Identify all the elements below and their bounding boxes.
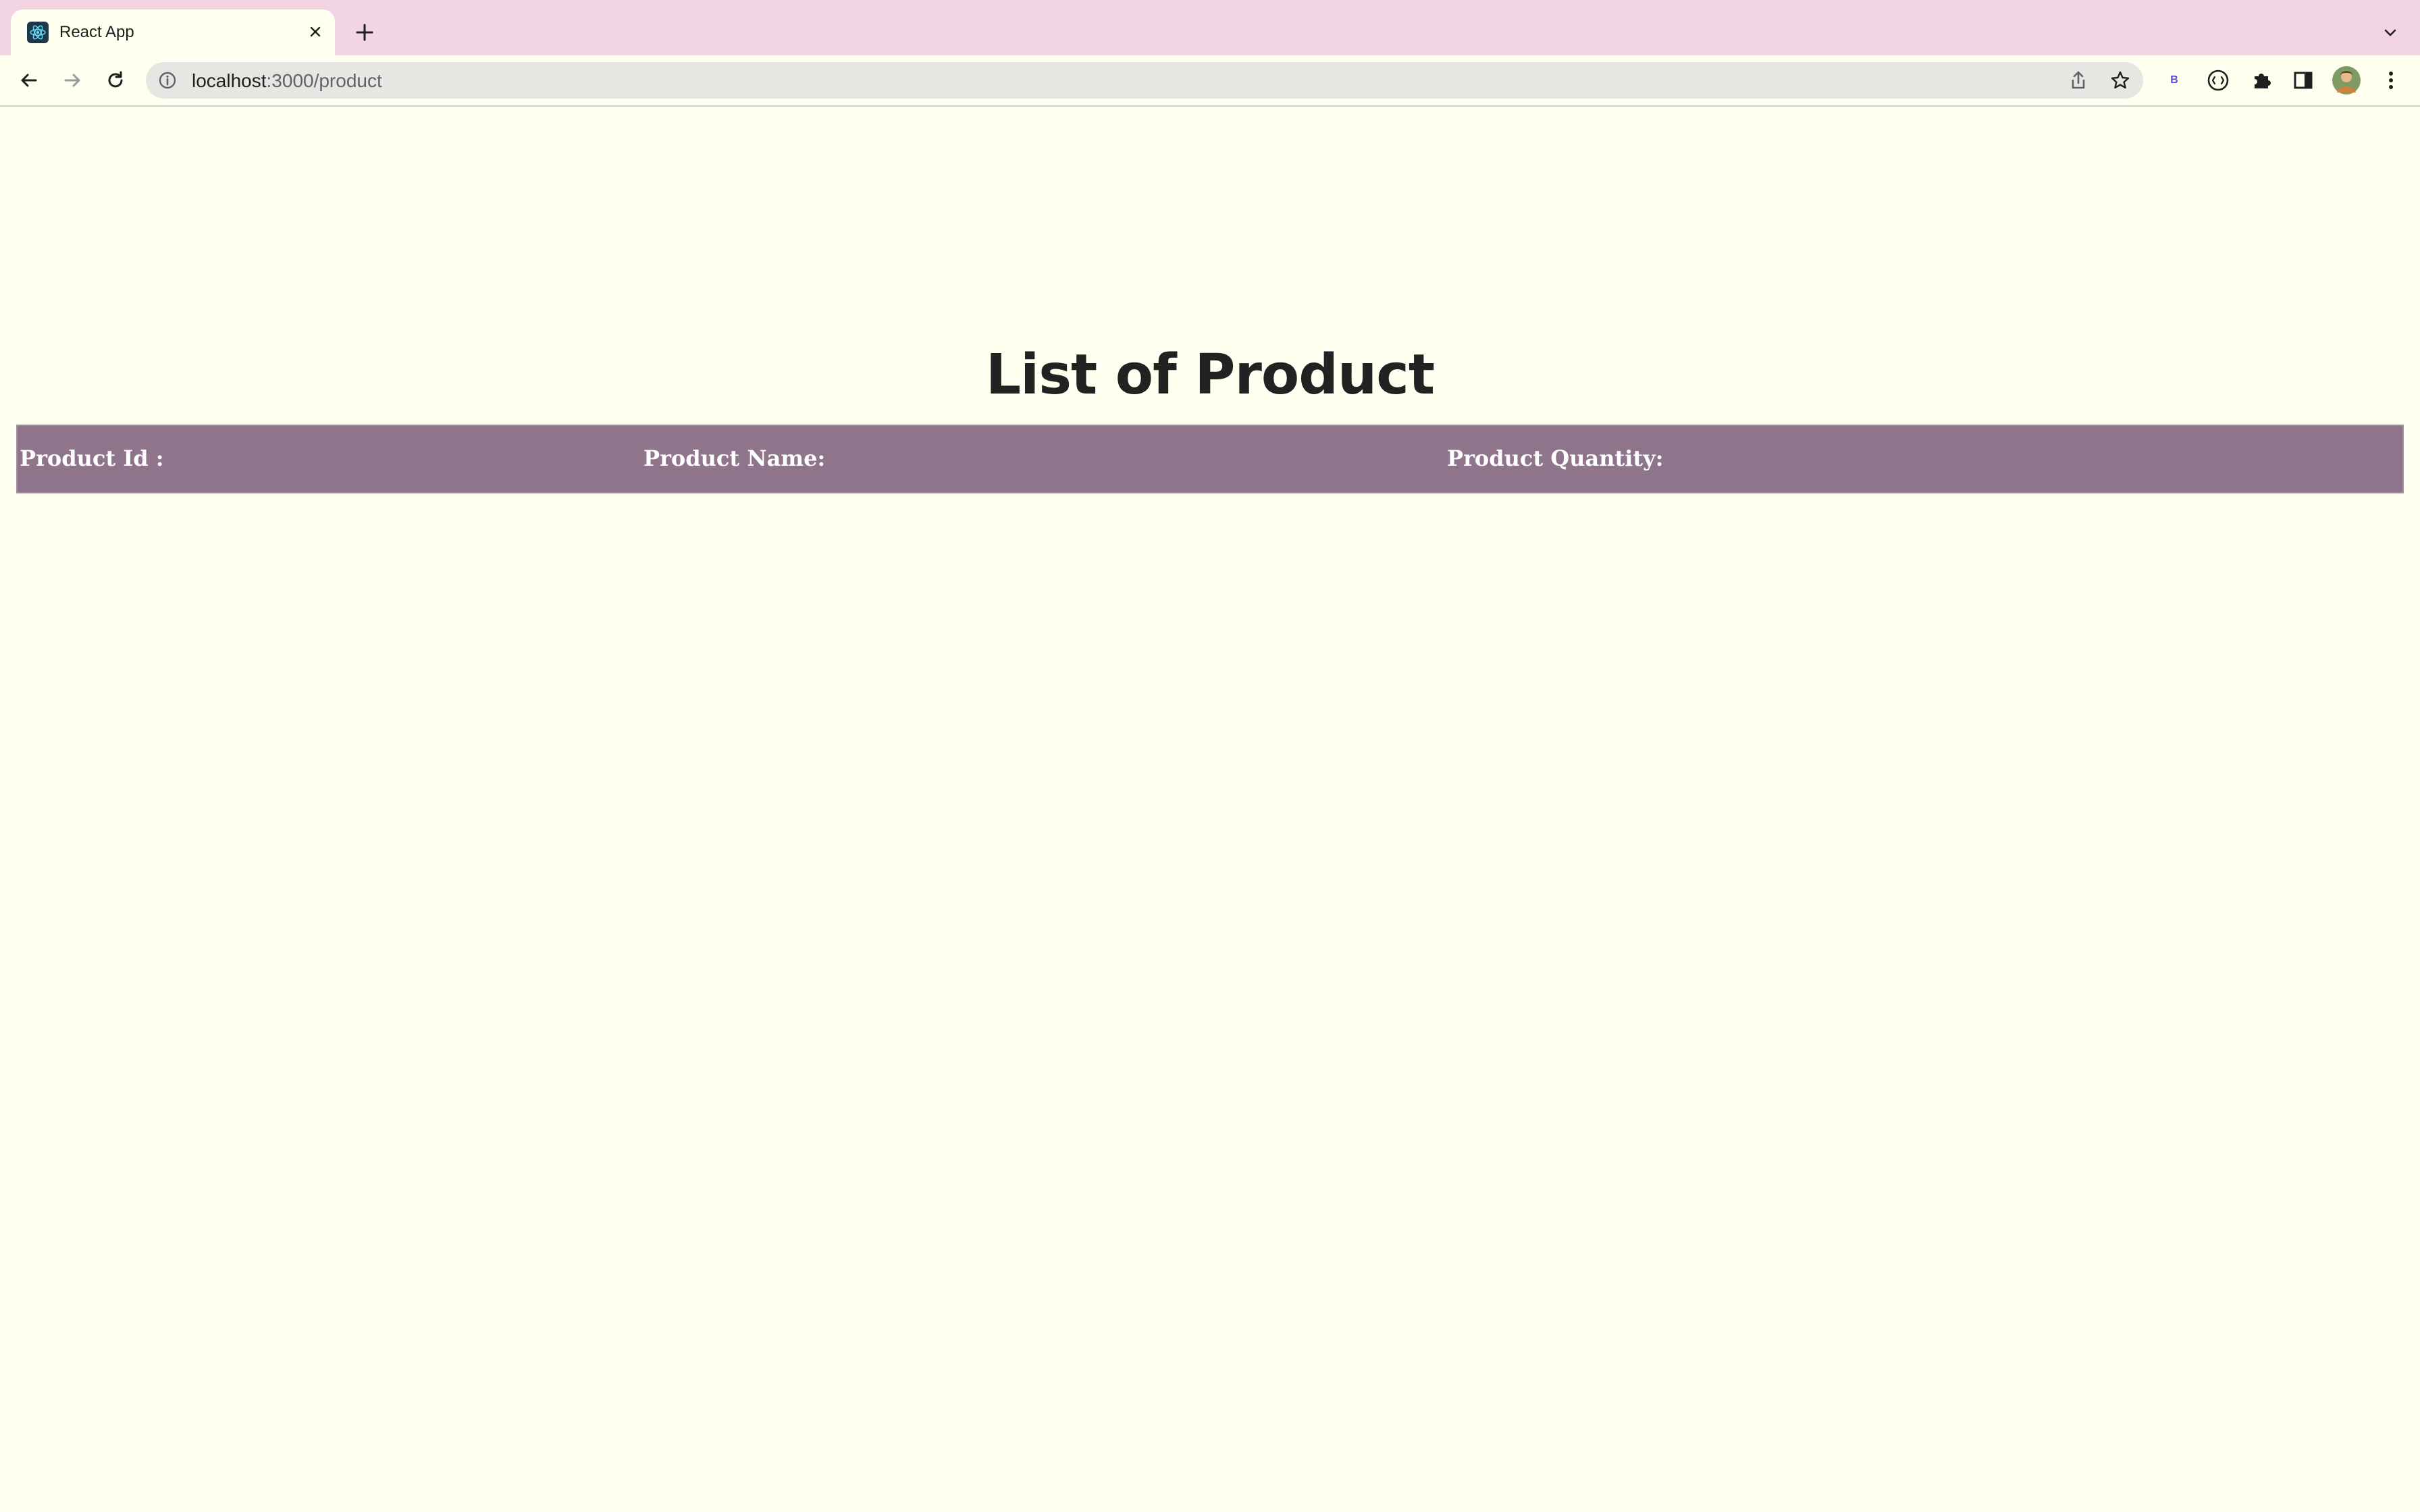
- puzzle-icon[interactable]: [2246, 65, 2277, 96]
- url-path: :3000/product: [266, 70, 382, 91]
- star-icon[interactable]: [2109, 70, 2131, 91]
- url-host: localhost: [192, 70, 267, 91]
- url-text: localhost:3000/product: [192, 71, 382, 91]
- extension-code-icon[interactable]: [2203, 65, 2234, 96]
- address-bar[interactable]: localhost:3000/product: [146, 62, 2143, 99]
- reload-icon[interactable]: [100, 65, 131, 96]
- close-icon[interactable]: [304, 20, 327, 43]
- chevron-down-icon[interactable]: [2377, 19, 2404, 46]
- page-content: List of Product Product Id : Product Nam…: [0, 107, 2420, 1512]
- table-header-row: Product Id : Product Name: Product Quant…: [17, 425, 2403, 493]
- page-title: List of Product: [985, 343, 1435, 407]
- column-header-product-quantity-label: Product Quantity:: [1447, 446, 1664, 471]
- info-icon[interactable]: [158, 71, 177, 90]
- extension-b-icon[interactable]: B: [2159, 65, 2190, 96]
- tab-title: React App: [59, 23, 134, 41]
- side-panel-icon[interactable]: [2288, 65, 2319, 96]
- tab-strip: React App: [0, 0, 2420, 55]
- column-header-product-name-label: Product Name:: [643, 446, 826, 471]
- product-table: Product Id : Product Name: Product Quant…: [16, 425, 2404, 493]
- kebab-menu-icon[interactable]: [2375, 65, 2406, 96]
- forward-icon[interactable]: [57, 65, 88, 96]
- react-logo-icon: [27, 22, 49, 43]
- browser-toolbar: localhost:3000/product B: [0, 55, 2420, 105]
- tab-react-app[interactable]: React App: [11, 9, 335, 55]
- column-header-product-id-label: Product Id :: [20, 446, 164, 471]
- extension-b-label: B: [2170, 74, 2178, 86]
- avatar[interactable]: [2331, 65, 2362, 96]
- back-icon[interactable]: [14, 65, 45, 96]
- column-header-product-id: Product Id :: [17, 425, 1210, 493]
- column-header-product-quantity: Product Quantity:: [1210, 425, 2403, 493]
- table-header: Product Id : Product Name: Product Quant…: [17, 425, 2403, 493]
- share-icon[interactable]: [2068, 70, 2089, 91]
- plus-icon[interactable]: [351, 19, 378, 46]
